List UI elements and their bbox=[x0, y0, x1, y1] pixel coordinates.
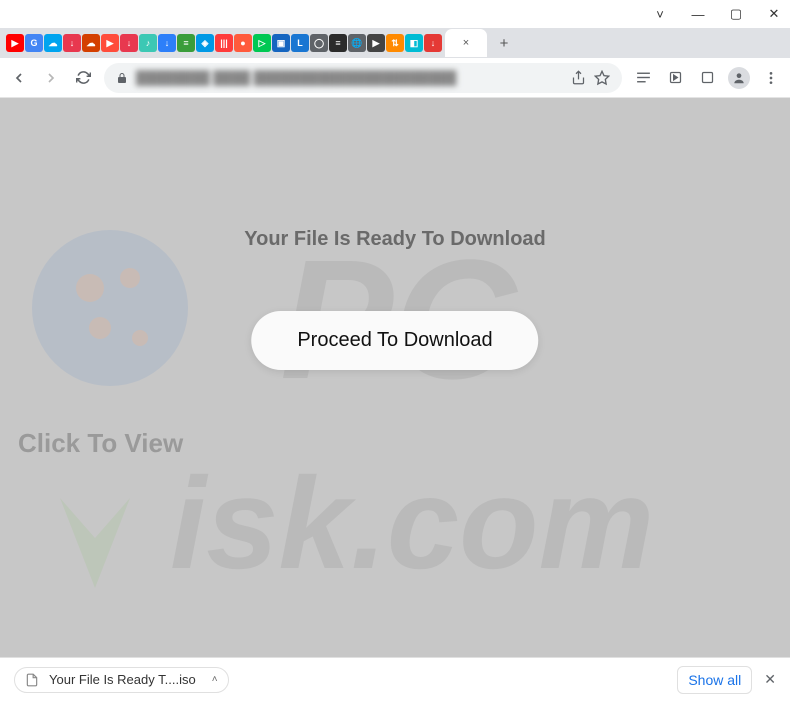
download-chevron-icon[interactable]: ˄ bbox=[212, 674, 218, 685]
proceed-download-button[interactable]: Proceed To Download bbox=[251, 311, 538, 370]
background-tab-21[interactable]: ◧ bbox=[405, 34, 423, 52]
background-tab-7[interactable]: ♪ bbox=[139, 34, 157, 52]
browser-toolbar: ████████ ████ ██████████████████████ bbox=[0, 58, 790, 98]
extension-a-icon[interactable] bbox=[664, 67, 686, 89]
reading-list-icon[interactable] bbox=[632, 67, 654, 89]
close-download-bar-button[interactable]: ✕ bbox=[764, 671, 776, 688]
forward-button[interactable] bbox=[40, 67, 62, 89]
file-icon bbox=[25, 672, 39, 688]
tab-strip: ▶G☁↓☁▶↓♪↓≡◈|||●▷▣L◯≡🌐▶⇅◧↓ × + bbox=[0, 28, 790, 58]
window-titlebar: ˅ — ▢ ✕ bbox=[0, 0, 790, 28]
background-tab-13[interactable]: ▷ bbox=[253, 34, 271, 52]
background-tab-11[interactable]: ||| bbox=[215, 34, 233, 52]
window-dropdown-icon[interactable]: ˅ bbox=[650, 4, 670, 24]
background-tab-16[interactable]: ◯ bbox=[310, 34, 328, 52]
new-tab-button[interactable]: + bbox=[492, 31, 516, 55]
star-icon[interactable] bbox=[594, 70, 610, 86]
window-close-button[interactable]: ✕ bbox=[764, 4, 784, 24]
background-tab-3[interactable]: ↓ bbox=[63, 34, 81, 52]
share-icon[interactable] bbox=[571, 70, 586, 85]
window-minimize-button[interactable]: — bbox=[688, 4, 708, 24]
back-button[interactable] bbox=[8, 67, 30, 89]
active-tab[interactable]: × bbox=[445, 29, 487, 57]
background-tab-5[interactable]: ▶ bbox=[101, 34, 119, 52]
background-tab-2[interactable]: ☁ bbox=[44, 34, 62, 52]
svg-text:isk.com: isk.com bbox=[170, 450, 654, 596]
background-tab-20[interactable]: ⇅ bbox=[386, 34, 404, 52]
background-tab-8[interactable]: ↓ bbox=[158, 34, 176, 52]
lock-icon bbox=[116, 72, 128, 84]
background-tab-15[interactable]: L bbox=[291, 34, 309, 52]
background-tab-4[interactable]: ☁ bbox=[82, 34, 100, 52]
page-heading: Your File Is Ready To Download bbox=[244, 228, 546, 251]
profile-avatar[interactable] bbox=[728, 67, 750, 89]
background-tab-12[interactable]: ● bbox=[234, 34, 252, 52]
download-item[interactable]: Your File Is Ready T....iso ˄ bbox=[14, 667, 229, 693]
page-content: PC isk.com Click To View Your File Is Re… bbox=[0, 98, 790, 658]
url-text: ████████ ████ ██████████████████████ bbox=[136, 70, 456, 85]
background-tab-22[interactable]: ↓ bbox=[424, 34, 442, 52]
extension-b-icon[interactable] bbox=[696, 67, 718, 89]
reload-button[interactable] bbox=[72, 67, 94, 89]
background-tab-10[interactable]: ◈ bbox=[196, 34, 214, 52]
background-tab-19[interactable]: ▶ bbox=[367, 34, 385, 52]
background-tab-17[interactable]: ≡ bbox=[329, 34, 347, 52]
watermark-graphic: PC isk.com bbox=[0, 98, 790, 658]
side-prompt-text: Click To View bbox=[18, 428, 183, 459]
background-tab-18[interactable]: 🌐 bbox=[348, 34, 366, 52]
background-tab-1[interactable]: G bbox=[25, 34, 43, 52]
background-tab-14[interactable]: ▣ bbox=[272, 34, 290, 52]
menu-button[interactable] bbox=[760, 67, 782, 89]
address-bar[interactable]: ████████ ████ ██████████████████████ bbox=[104, 63, 622, 93]
close-tab-icon[interactable]: × bbox=[463, 37, 469, 49]
window-maximize-button[interactable]: ▢ bbox=[726, 4, 746, 24]
background-tab-6[interactable]: ↓ bbox=[120, 34, 138, 52]
background-tab-0[interactable]: ▶ bbox=[6, 34, 24, 52]
background-tab-9[interactable]: ≡ bbox=[177, 34, 195, 52]
download-filename: Your File Is Ready T....iso bbox=[49, 672, 196, 687]
download-bar: Your File Is Ready T....iso ˄ Show all ✕ bbox=[0, 657, 790, 701]
show-all-downloads-button[interactable]: Show all bbox=[677, 666, 752, 694]
